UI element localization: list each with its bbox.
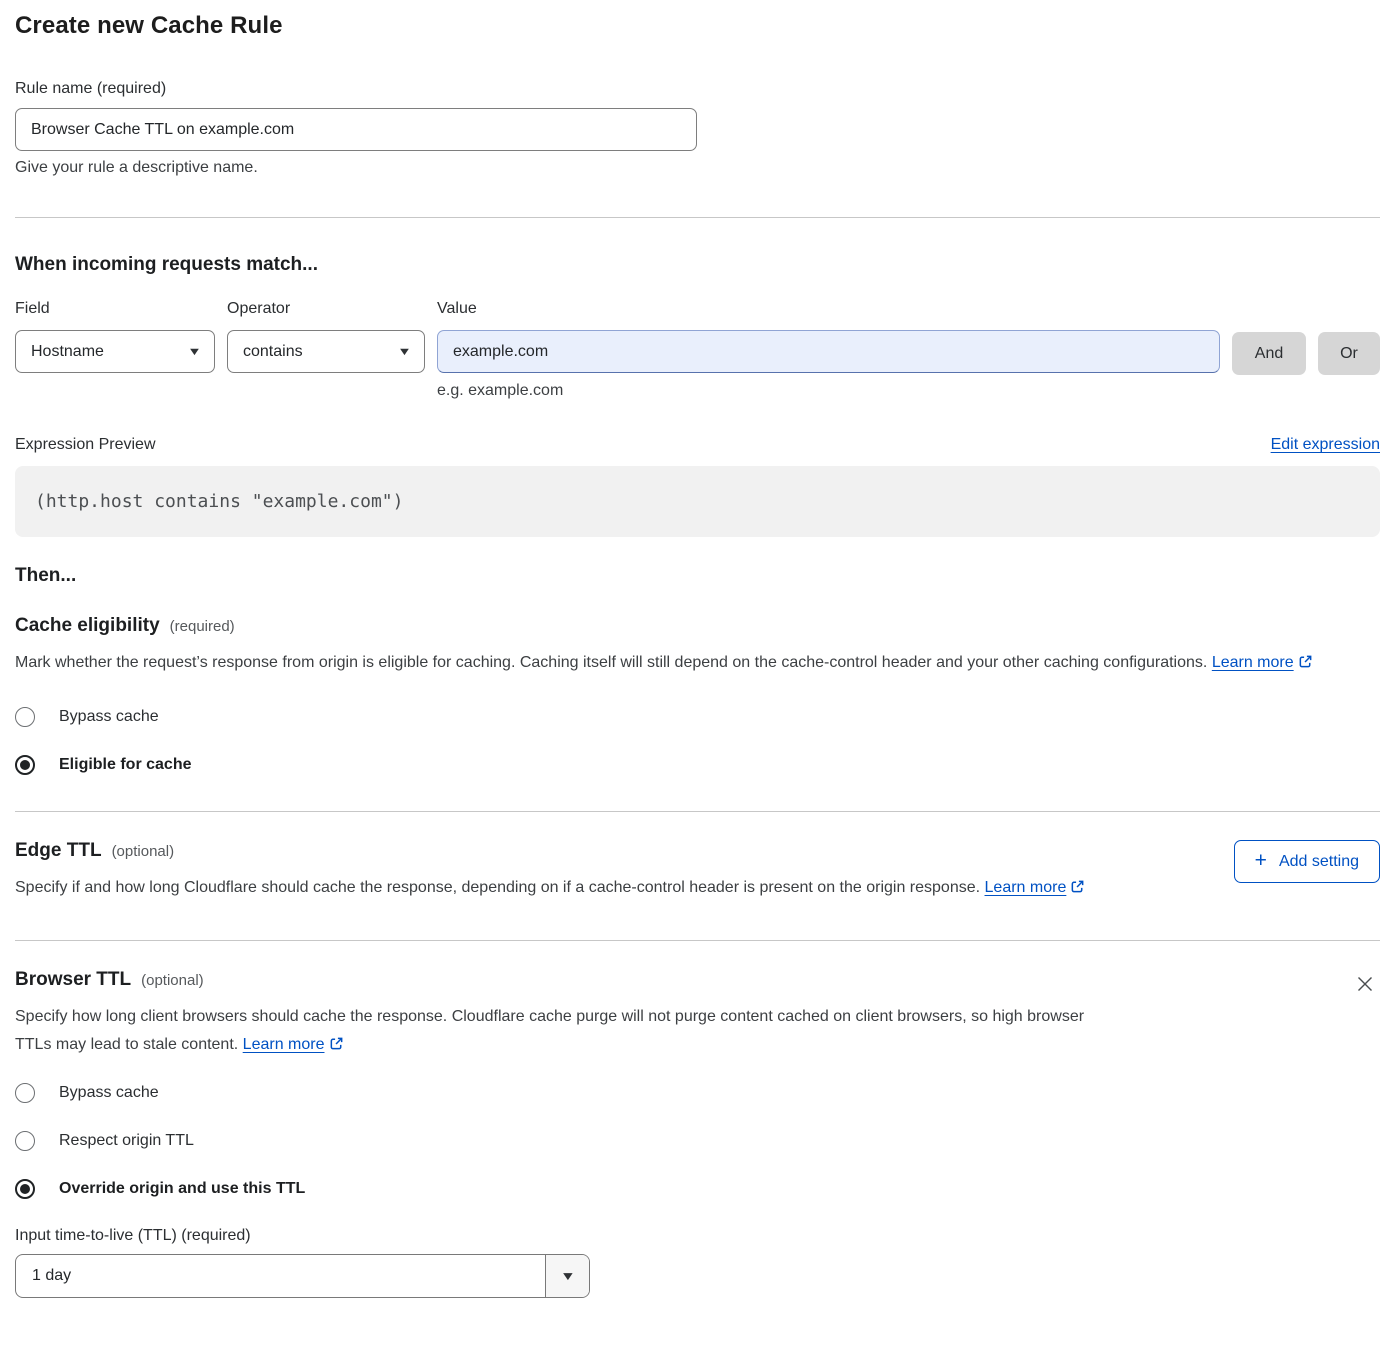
edit-expression-link[interactable]: Edit expression: [1271, 436, 1380, 454]
plus-icon: +: [1255, 850, 1267, 871]
and-button[interactable]: And: [1232, 332, 1306, 375]
field-label: Field: [15, 300, 215, 318]
browser-ttl-learn-more-link[interactable]: Learn more: [243, 1036, 325, 1053]
expression-preview-row: Expression Preview Edit expression: [15, 436, 1380, 454]
radio-label: Respect origin TTL: [59, 1132, 194, 1150]
edge-ttl-description-text: Specify if and how long Cloudflare shoul…: [15, 879, 980, 896]
radio-label: Eligible for cache: [59, 756, 191, 774]
radio-icon: [15, 1179, 35, 1199]
radio-bypass-cache[interactable]: Bypass cache: [15, 707, 1380, 727]
value-input[interactable]: [437, 330, 1220, 373]
browser-ttl-optional-tag: (optional): [141, 972, 204, 989]
edge-ttl-title: Edge TTL: [15, 840, 102, 862]
edge-ttl-optional-tag: (optional): [112, 843, 175, 860]
ttl-select-arrow[interactable]: ▼: [545, 1255, 589, 1297]
edge-ttl-content: Edge TTL (optional) Specify if and how l…: [15, 840, 1234, 904]
match-heading: When incoming requests match...: [15, 254, 1380, 276]
value-label: Value: [437, 300, 1220, 318]
external-link-icon: [1298, 651, 1313, 679]
edge-ttl-description: Specify if and how long Cloudflare shoul…: [15, 874, 1110, 904]
radio-icon: [15, 755, 35, 775]
operator-select[interactable]: contains ▼: [227, 330, 425, 373]
browser-ttl-description: Specify how long client browsers should …: [15, 1003, 1110, 1061]
browser-ttl-content: Browser TTL (optional) Specify how long …: [15, 969, 1350, 1061]
radio-eligible-for-cache[interactable]: Eligible for cache: [15, 755, 1380, 775]
field-select-value: Hostname: [31, 343, 104, 361]
value-helper: e.g. example.com: [437, 382, 1220, 400]
operator-column: Operator contains ▼: [227, 300, 425, 373]
then-heading: Then...: [15, 565, 1380, 587]
expression-preview-label: Expression Preview: [15, 436, 156, 454]
field-select[interactable]: Hostname ▼: [15, 330, 215, 373]
value-column: Value e.g. example.com: [437, 300, 1220, 400]
ttl-input-label: Input time-to-live (TTL) (required): [15, 1227, 1380, 1245]
cache-eligibility-description-text: Mark whether the request’s response from…: [15, 654, 1207, 671]
chevron-down-icon: ▼: [187, 346, 202, 358]
create-cache-rule-form: Create new Cache Rule Rule name (require…: [0, 0, 1400, 1328]
cache-eligibility-required-tag: (required): [170, 618, 235, 635]
browser-ttl-options: Bypass cache Respect origin TTL Override…: [15, 1083, 1380, 1199]
chevron-down-icon: ▼: [559, 1269, 575, 1283]
operator-label: Operator: [227, 300, 425, 318]
edge-ttl-header: Edge TTL (optional): [15, 840, 1234, 862]
radio-browser-bypass-cache[interactable]: Bypass cache: [15, 1083, 1380, 1103]
section-divider: [15, 811, 1380, 812]
cache-eligibility-title: Cache eligibility: [15, 615, 160, 637]
cache-eligibility-options: Bypass cache Eligible for cache: [15, 707, 1380, 775]
edge-ttl-learn-more-link[interactable]: Learn more: [985, 879, 1067, 896]
expression-code: (http.host contains "example.com"): [15, 466, 1380, 537]
rule-name-input[interactable]: [15, 108, 697, 151]
browser-ttl-title: Browser TTL: [15, 969, 131, 991]
rule-name-helper: Give your rule a descriptive name.: [15, 159, 1380, 177]
radio-label: Bypass cache: [59, 1084, 159, 1102]
radio-icon: [15, 707, 35, 727]
rule-name-label: Rule name (required): [15, 80, 1380, 98]
radio-label: Override origin and use this TTL: [59, 1180, 305, 1198]
radio-label: Bypass cache: [59, 708, 159, 726]
page-title: Create new Cache Rule: [15, 12, 1380, 40]
ttl-select[interactable]: 1 day ▼: [15, 1254, 590, 1298]
section-divider: [15, 217, 1380, 218]
radio-override-origin-ttl[interactable]: Override origin and use this TTL: [15, 1179, 1380, 1199]
remove-browser-ttl-button[interactable]: [1350, 969, 1380, 999]
close-icon: [1354, 973, 1376, 995]
or-button[interactable]: Or: [1318, 332, 1380, 375]
edge-ttl-section: Edge TTL (optional) Specify if and how l…: [15, 840, 1380, 904]
radio-respect-origin-ttl[interactable]: Respect origin TTL: [15, 1131, 1380, 1151]
cache-eligibility-description: Mark whether the request’s response from…: [15, 649, 1360, 679]
chevron-down-icon: ▼: [397, 346, 412, 358]
add-setting-label: Add setting: [1279, 853, 1359, 871]
match-condition-row: Field Hostname ▼ Operator contains ▼ Val…: [15, 300, 1380, 400]
field-column: Field Hostname ▼: [15, 300, 215, 373]
cache-eligibility-learn-more-link[interactable]: Learn more: [1212, 654, 1294, 671]
browser-ttl-description-text: Specify how long client browsers should …: [15, 1008, 1084, 1053]
browser-ttl-section: Browser TTL (optional) Specify how long …: [15, 969, 1380, 1061]
ttl-select-value: 1 day: [16, 1255, 545, 1297]
external-link-icon: [329, 1033, 344, 1061]
browser-ttl-header: Browser TTL (optional): [15, 969, 1350, 991]
radio-icon: [15, 1083, 35, 1103]
radio-icon: [15, 1131, 35, 1151]
section-divider: [15, 940, 1380, 941]
add-setting-button[interactable]: + Add setting: [1234, 840, 1380, 883]
cache-eligibility-header: Cache eligibility (required): [15, 615, 1380, 637]
operator-select-value: contains: [243, 343, 303, 361]
external-link-icon: [1070, 876, 1085, 904]
